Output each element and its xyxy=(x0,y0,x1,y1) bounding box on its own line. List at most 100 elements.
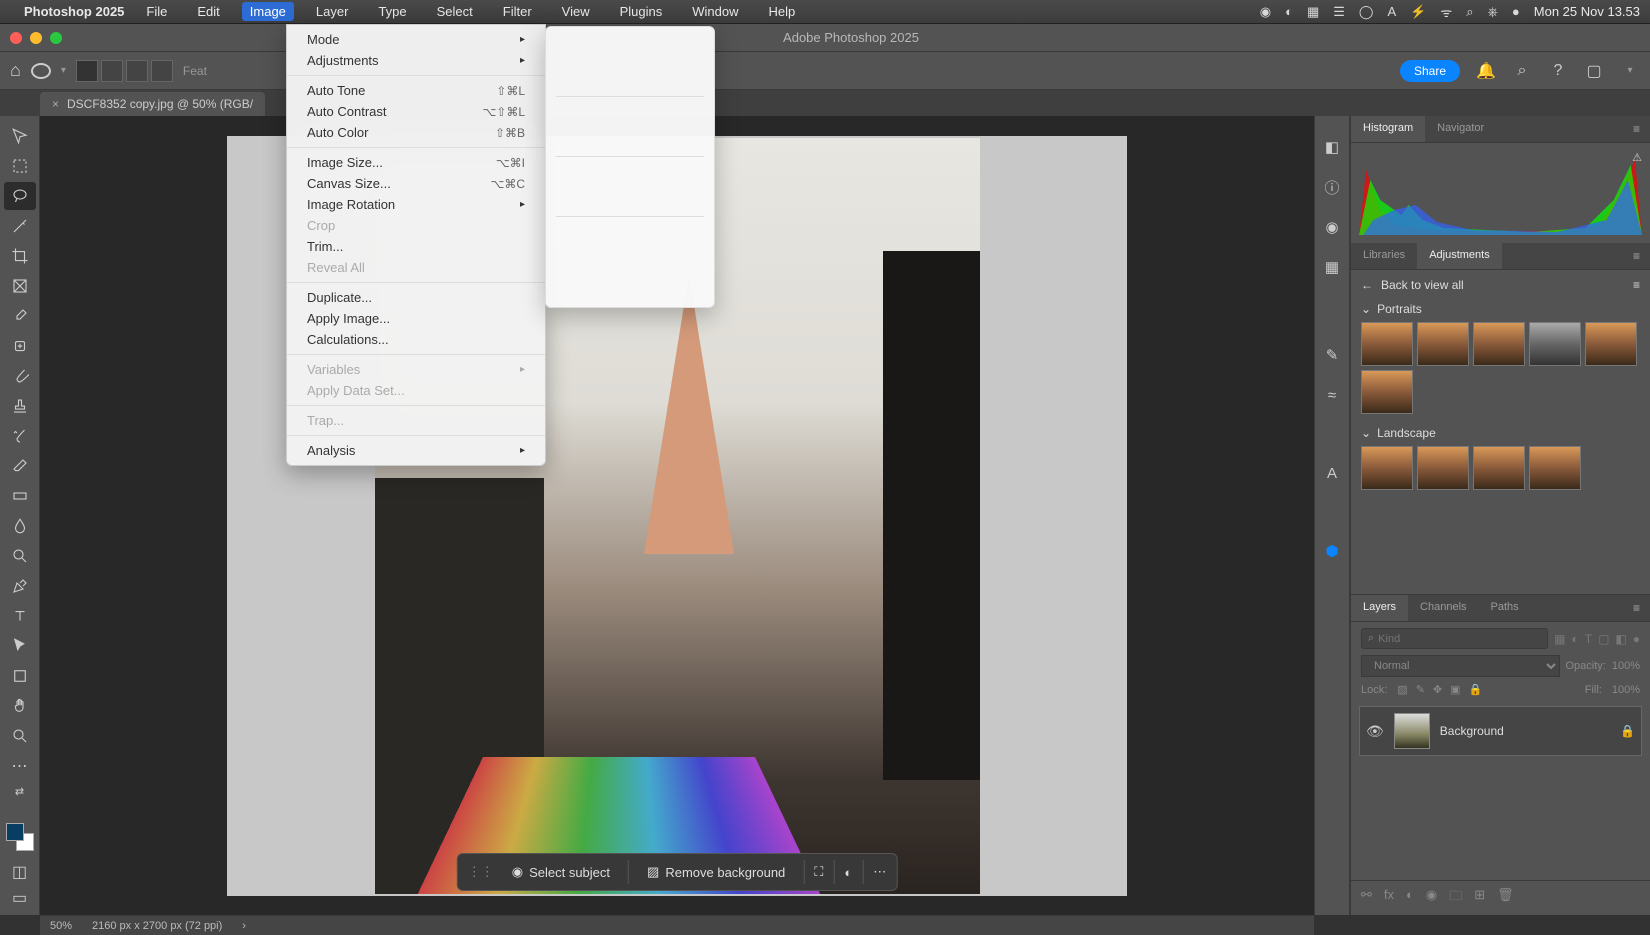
history-brush-icon[interactable] xyxy=(4,422,36,450)
status-icon-2[interactable]: ▦ xyxy=(1307,4,1319,20)
tab-histogram[interactable]: Histogram xyxy=(1351,116,1425,142)
remove-background-button[interactable]: ▨ Remove background xyxy=(639,860,793,884)
help-icon[interactable]: ? xyxy=(1548,61,1568,81)
fx-icon[interactable]: fx xyxy=(1384,887,1394,909)
menu-item-mode[interactable]: Mode xyxy=(287,29,545,50)
status-chevron-icon[interactable]: › xyxy=(242,920,246,932)
menu-item-auto-tone[interactable]: Auto Tone⇧⌘L xyxy=(287,80,545,101)
lasso-tool-icon[interactable] xyxy=(4,182,36,210)
foreground-color[interactable] xyxy=(6,823,24,841)
search-icon[interactable]: ⌕ xyxy=(1512,61,1532,81)
pen-tool-icon[interactable] xyxy=(4,572,36,600)
context-transform-icon[interactable]: ⛶ xyxy=(814,864,823,880)
preset-thumb[interactable] xyxy=(1417,446,1469,490)
info-panel-icon[interactable]: ⓘ xyxy=(1321,176,1343,198)
zoom-tool-icon[interactable] xyxy=(4,722,36,750)
plugin-panel-icon[interactable]: ⬢ xyxy=(1321,540,1343,562)
frame-tool-icon[interactable] xyxy=(4,272,36,300)
swatches-panel-icon[interactable]: ◉ xyxy=(1321,216,1343,238)
hand-tool-icon[interactable] xyxy=(4,692,36,720)
preset-thumb[interactable] xyxy=(1529,322,1581,366)
zoom-level[interactable]: 50% xyxy=(50,920,72,932)
menu-item-analysis[interactable]: Analysis xyxy=(287,440,545,461)
preset-thumb[interactable] xyxy=(1361,446,1413,490)
move-tool-icon[interactable] xyxy=(4,122,36,150)
home-icon[interactable]: ⌂ xyxy=(10,60,21,81)
tab-navigator[interactable]: Navigator xyxy=(1425,116,1496,142)
spotlight-icon[interactable]: ⌕ xyxy=(1466,4,1473,20)
tool-preset-dropdown[interactable]: ▾ xyxy=(61,65,66,76)
lock-position-icon[interactable]: ✥ xyxy=(1433,683,1442,696)
tab-layers[interactable]: Layers xyxy=(1351,595,1408,621)
selection-subtract-icon[interactable] xyxy=(126,60,148,82)
lock-artboard-icon[interactable]: ▣ xyxy=(1450,683,1460,696)
menu-view[interactable]: View xyxy=(554,2,598,21)
mask-icon[interactable]: ◐ xyxy=(1406,887,1414,909)
context-more-icon[interactable]: ⋯ xyxy=(873,864,886,880)
menu-select[interactable]: Select xyxy=(429,2,481,21)
layer-locked-icon[interactable]: 🔒 xyxy=(1620,724,1635,738)
close-tab-icon[interactable]: × xyxy=(52,97,59,111)
context-adjust-icon[interactable]: ◐ xyxy=(844,865,852,880)
preset-section-landscape[interactable]: ⌄ Landscape xyxy=(1361,426,1640,440)
document-dimensions[interactable]: 2160 px x 2700 px (72 ppi) xyxy=(92,920,222,932)
path-select-icon[interactable] xyxy=(4,632,36,660)
selection-new-icon[interactable] xyxy=(76,60,98,82)
control-center-icon[interactable]: ⎈ xyxy=(1488,4,1498,20)
status-icon-3[interactable]: ☰ xyxy=(1333,4,1345,20)
filter-smart-icon[interactable]: ◧ xyxy=(1615,632,1626,646)
tab-channels[interactable]: Channels xyxy=(1408,595,1478,621)
menu-item-apply-image-[interactable]: Apply Image... xyxy=(287,308,545,329)
layer-filter-input[interactable] xyxy=(1378,633,1418,645)
menu-item-auto-contrast[interactable]: Auto Contrast⌥⇧⌘L xyxy=(287,101,545,122)
filter-toggle-icon[interactable]: ● xyxy=(1633,632,1640,646)
tab-adjustments[interactable]: Adjustments xyxy=(1417,243,1502,269)
context-bar-grip-icon[interactable]: ⋮⋮ xyxy=(468,864,494,880)
back-arrow-icon[interactable]: ← xyxy=(1361,278,1373,292)
layer-filter[interactable]: ⌕ xyxy=(1361,628,1548,649)
lock-all-icon[interactable]: 🔒 xyxy=(1469,683,1483,696)
menu-window[interactable]: Window xyxy=(684,2,746,21)
clone-panel-icon[interactable]: ≈ xyxy=(1321,384,1343,406)
layers-panel-menu-icon[interactable]: ≡ xyxy=(1623,595,1650,621)
more-tools-icon[interactable]: ⋯ xyxy=(4,752,36,780)
menu-item-canvas-size-[interactable]: Canvas Size...⌥⌘C xyxy=(287,173,545,194)
menu-item-auto-color[interactable]: Auto Color⇧⌘B xyxy=(287,122,545,143)
select-subject-button[interactable]: ◉ Select subject xyxy=(504,860,618,884)
close-window-button[interactable] xyxy=(10,32,22,44)
maximize-window-button[interactable] xyxy=(50,32,62,44)
preset-thumb[interactable] xyxy=(1473,446,1525,490)
minimize-window-button[interactable] xyxy=(30,32,42,44)
view-list-icon[interactable]: ≡ xyxy=(1633,278,1640,292)
marquee-tool-icon[interactable] xyxy=(4,152,36,180)
wand-tool-icon[interactable] xyxy=(4,212,36,240)
menu-file[interactable]: File xyxy=(138,2,175,21)
layer-name[interactable]: Background xyxy=(1440,724,1610,738)
link-layers-icon[interactable]: ⚯ xyxy=(1361,887,1372,909)
menu-item-duplicate-[interactable]: Duplicate... xyxy=(287,287,545,308)
workspace-dropdown[interactable]: ▾ xyxy=(1620,61,1640,81)
preset-thumb[interactable] xyxy=(1473,322,1525,366)
blend-mode-select[interactable]: Normal xyxy=(1361,655,1560,677)
delete-layer-icon[interactable]: 🗑 xyxy=(1497,887,1514,909)
layer-thumbnail[interactable] xyxy=(1394,713,1430,749)
battery-icon[interactable]: ⚡ xyxy=(1410,4,1426,20)
filter-pixel-icon[interactable]: ▦ xyxy=(1554,632,1565,646)
preset-section-portraits[interactable]: ⌄ Portraits xyxy=(1361,302,1640,316)
edit-toolbar-icon[interactable]: ⇄ xyxy=(4,782,36,800)
adjustments-panel-menu-icon[interactable]: ≡ xyxy=(1623,243,1650,269)
cc-icon[interactable]: ◉ xyxy=(1260,4,1271,20)
date-time[interactable]: Mon 25 Nov 13.53 xyxy=(1534,4,1640,19)
tab-libraries[interactable]: Libraries xyxy=(1351,243,1417,269)
menu-layer[interactable]: Layer xyxy=(308,2,357,21)
menu-edit[interactable]: Edit xyxy=(189,2,227,21)
adjustment-layer-icon[interactable]: ◉ xyxy=(1426,887,1437,909)
tool-preset-icon[interactable] xyxy=(31,63,51,79)
dodge-tool-icon[interactable] xyxy=(4,542,36,570)
menu-image[interactable]: Image xyxy=(242,2,294,21)
preset-thumb[interactable] xyxy=(1361,322,1413,366)
workspace-icon[interactable]: ▢ xyxy=(1584,61,1604,81)
gradient-tool-icon[interactable] xyxy=(4,482,36,510)
properties-panel-icon[interactable]: ▦ xyxy=(1321,256,1343,278)
color-panel-icon[interactable]: ◧ xyxy=(1321,136,1343,158)
